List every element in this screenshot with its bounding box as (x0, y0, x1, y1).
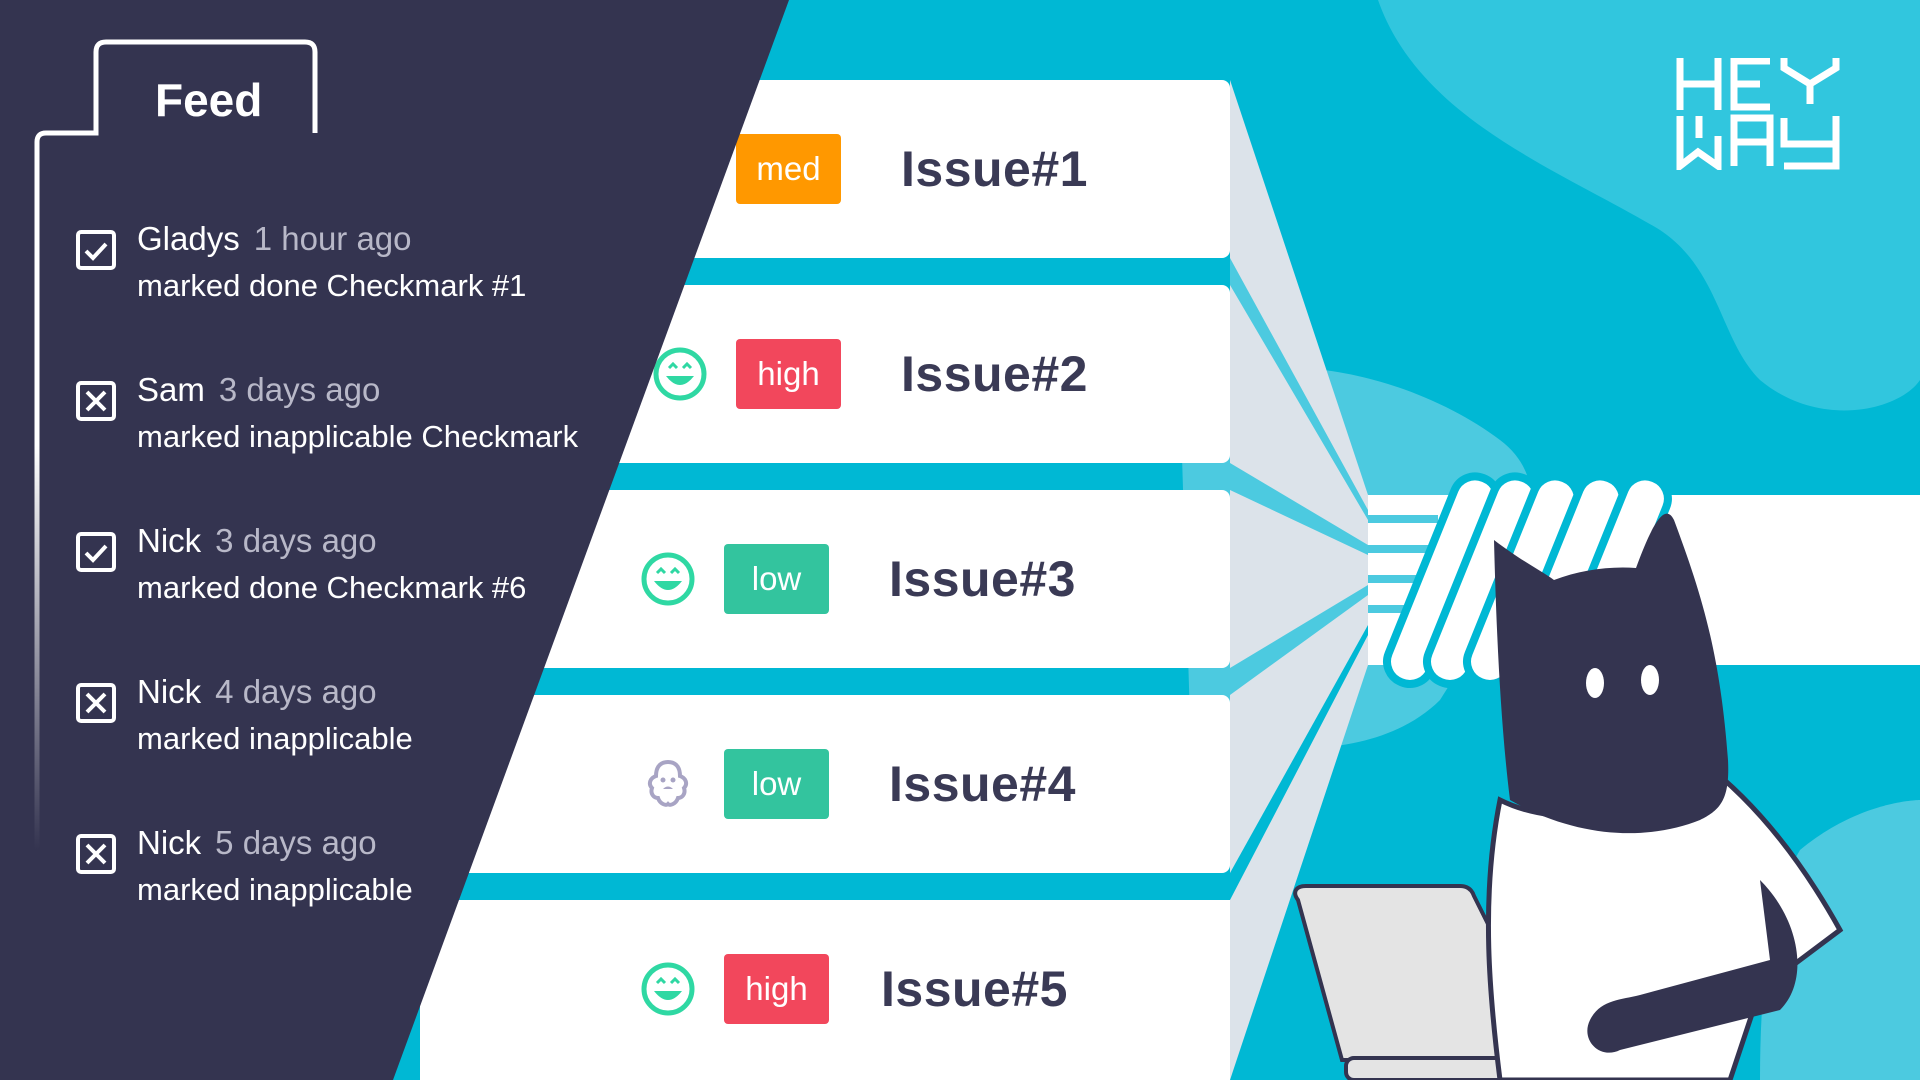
issue-title: Issue#3 (889, 551, 1076, 607)
issue-title: Issue#1 (901, 141, 1088, 197)
ghost-icon (638, 754, 698, 814)
priority-badge: med (736, 134, 841, 204)
feed-action: marked inapplicable Checkmark (137, 419, 579, 454)
priority-badge: high (724, 954, 829, 1024)
feed-time: 5 days ago (215, 824, 377, 861)
feed-user: Nick (137, 522, 202, 559)
smiley-icon (650, 344, 710, 404)
feed-time: 4 days ago (215, 673, 377, 710)
smiley-icon (638, 959, 698, 1019)
checkbox-x-icon (76, 381, 116, 421)
feed-user: Gladys (137, 220, 240, 257)
issue-card[interactable]: med Issue#1 (420, 80, 1230, 258)
checkbox-checked-icon (76, 532, 116, 572)
heyway-logo (1676, 58, 1840, 170)
issue-title: Issue#4 (889, 756, 1076, 812)
smiley-icon (638, 549, 698, 609)
checkbox-checked-icon (76, 230, 116, 270)
feed-user: Sam (137, 371, 205, 408)
priority-badge: low (724, 544, 829, 614)
checkbox-x-icon (76, 683, 116, 723)
feed-action: marked inapplicable (137, 721, 413, 756)
feed-user: Nick (137, 824, 202, 861)
issue-card[interactable]: high Issue#5 (420, 900, 1230, 1080)
priority-badge: high (736, 339, 841, 409)
feed-action: marked inapplicable (137, 872, 413, 907)
priority-badge: low (724, 749, 829, 819)
issue-title: Issue#2 (901, 346, 1088, 402)
feed-time: 3 days ago (218, 371, 381, 408)
feed-time: 1 hour ago (253, 220, 412, 257)
issue-card[interactable]: low Issue#4 (420, 695, 1230, 873)
feed-action: marked done Checkmark #1 (137, 268, 527, 303)
issue-card[interactable]: low Issue#3 (420, 490, 1230, 668)
checkbox-x-icon (76, 834, 116, 874)
feed-user: Nick (137, 673, 202, 710)
feed-time: 3 days ago (215, 522, 377, 559)
issue-title: Issue#5 (881, 961, 1068, 1017)
smiley-icon (650, 139, 710, 199)
feed-tab[interactable]: Feed (155, 73, 262, 127)
feed-action: marked done Checkmark #6 (137, 570, 527, 605)
